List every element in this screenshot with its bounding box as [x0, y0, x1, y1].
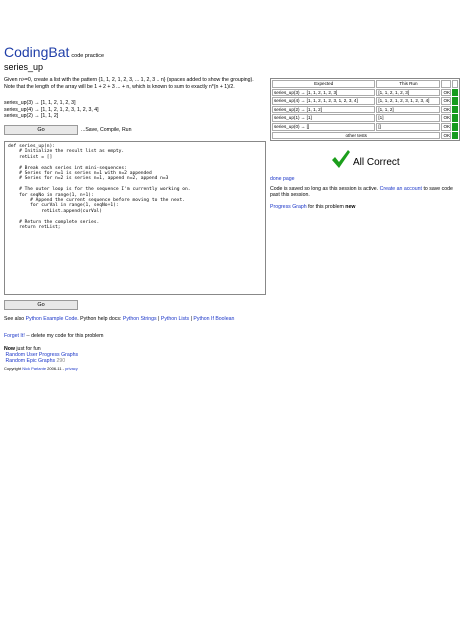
all-correct-text: All Correct: [353, 157, 400, 168]
done-page-link[interactable]: done page: [270, 176, 295, 182]
results-table: Expected This Run series_up(3) → [1, 1, …: [270, 78, 460, 142]
table-row: series_up(1) → [1] [1] OK: [272, 114, 458, 122]
just-for-fun: just for fun: [16, 346, 41, 352]
status-cell: OK: [441, 97, 451, 105]
now-label: Now: [4, 346, 15, 352]
help-links: See also Python Example Code. Python hel…: [4, 316, 234, 322]
brand-name[interactable]: CodingBat: [4, 44, 69, 60]
pass-indicator: [451, 122, 458, 131]
header-spacer: [441, 80, 451, 88]
save-notice: Code is saved so long as this session is…: [270, 186, 462, 199]
python-strings-link[interactable]: Python Strings: [123, 316, 157, 322]
run-cell: [1, 1, 2]: [376, 105, 441, 114]
status-cell: OK: [441, 88, 451, 97]
footer: Copyright Nick Parlante 2006-11 - privac…: [4, 366, 78, 371]
other-tests-cell: other tests: [272, 131, 441, 140]
forget-it-link[interactable]: Forget It!: [4, 333, 25, 339]
expected-cell: series_up(0) → []: [272, 122, 376, 131]
separator: |: [190, 316, 192, 322]
help-middle: . Python help docs:: [77, 316, 122, 322]
pass-indicator: [451, 88, 458, 97]
done-page-row: done page: [270, 176, 295, 182]
expected-cell: series_up(1) → [1]: [272, 114, 376, 122]
progress-graph-link[interactable]: Progress Graph: [270, 204, 307, 210]
problem-examples: series_up(3) → [1, 1, 2, 1, 2, 3] series…: [4, 100, 99, 119]
all-correct-banner: All Correct: [331, 149, 400, 169]
run-cell: []: [376, 122, 441, 131]
python-example-code-link[interactable]: Python Example Code: [26, 316, 78, 322]
status-cell: OK: [441, 114, 451, 122]
python-lists-link[interactable]: Python Lists: [161, 316, 189, 322]
expected-header: Expected: [272, 80, 376, 88]
table-row: series_up(4) → [1, 1, 2, 1, 2, 3, 1, 2, …: [272, 97, 458, 105]
expected-cell: series_up(4) → [1, 1, 2, 1, 2, 3, 1, 2, …: [272, 97, 376, 105]
epic-count: 290: [56, 358, 66, 365]
saved-prefix: Code is saved so long as this session is…: [270, 186, 379, 192]
go-row-top: Go ...Save, Compile, Run: [4, 125, 131, 135]
privacy-link[interactable]: privacy: [65, 366, 78, 371]
graph-suffix: for this problem: [308, 204, 344, 210]
checkmark-icon: [332, 150, 350, 168]
pass-indicator: [451, 105, 458, 114]
go-button[interactable]: Go: [4, 125, 78, 135]
go-row-bottom: Go: [4, 300, 78, 310]
run-cell: [1, 1, 2, 1, 2, 3]: [376, 88, 441, 97]
go-note: ...Save, Compile, Run: [81, 127, 132, 133]
run-cell: [1]: [376, 114, 441, 122]
copyright-years: 2006-11 -: [47, 366, 64, 371]
help-prefix: See also: [4, 316, 25, 322]
pass-indicator: [451, 131, 458, 140]
expected-cell: series_up(2) → [1, 1, 2]: [272, 105, 376, 114]
header-spacer: [451, 80, 458, 88]
forget-text: -- delete my code for this problem: [26, 333, 104, 339]
author-link[interactable]: Nick Parlante: [22, 366, 46, 371]
problem-title: series_up: [4, 62, 44, 72]
run-cell: [1, 1, 2, 1, 2, 3, 1, 2, 3, 4]: [376, 97, 441, 105]
codingbat-logo[interactable]: CodingBat code practice: [4, 44, 104, 60]
random-epic-graphs-link[interactable]: Random Epic Graphs: [5, 358, 55, 364]
status-cell: OK: [441, 131, 451, 140]
forget-row: Forget It! -- delete my code for this pr…: [4, 333, 104, 339]
problem-description: Given n>=0, create a list with the patte…: [4, 77, 254, 90]
separator: |: [158, 316, 160, 322]
results-header-row: Expected This Run: [272, 80, 458, 88]
python-if-boolean-link[interactable]: Python If Boolean: [193, 316, 234, 322]
table-row: series_up(3) → [1, 1, 2, 1, 2, 3] [1, 1,…: [272, 88, 458, 97]
fun-section: Now just for fun Random User Progress Gr…: [4, 346, 78, 365]
table-row: series_up(2) → [1, 1, 2] [1, 1, 2] OK: [272, 105, 458, 114]
random-user-progress-link[interactable]: Random User Progress Graphs: [5, 352, 78, 358]
table-row: series_up(0) → [] [] OK: [272, 122, 458, 131]
pass-indicator: [451, 114, 458, 122]
new-badge: new: [345, 204, 356, 210]
table-row: other tests OK: [272, 131, 458, 140]
status-cell: OK: [441, 105, 451, 114]
status-cell: OK: [441, 122, 451, 131]
expected-cell: series_up(3) → [1, 1, 2, 1, 2, 3]: [272, 88, 376, 97]
create-account-link[interactable]: Create an account: [380, 186, 422, 192]
go-button-bottom[interactable]: Go: [4, 300, 78, 310]
code-editor[interactable]: def series_up(n): # Initialize the resul…: [4, 141, 266, 295]
brand-subtitle: code practice: [71, 53, 105, 59]
this-run-header: This Run: [376, 80, 441, 88]
progress-graph-row: Progress Graph for this problem new: [270, 204, 355, 210]
copyright-label: Copyright: [4, 366, 22, 371]
pass-indicator: [451, 97, 458, 105]
